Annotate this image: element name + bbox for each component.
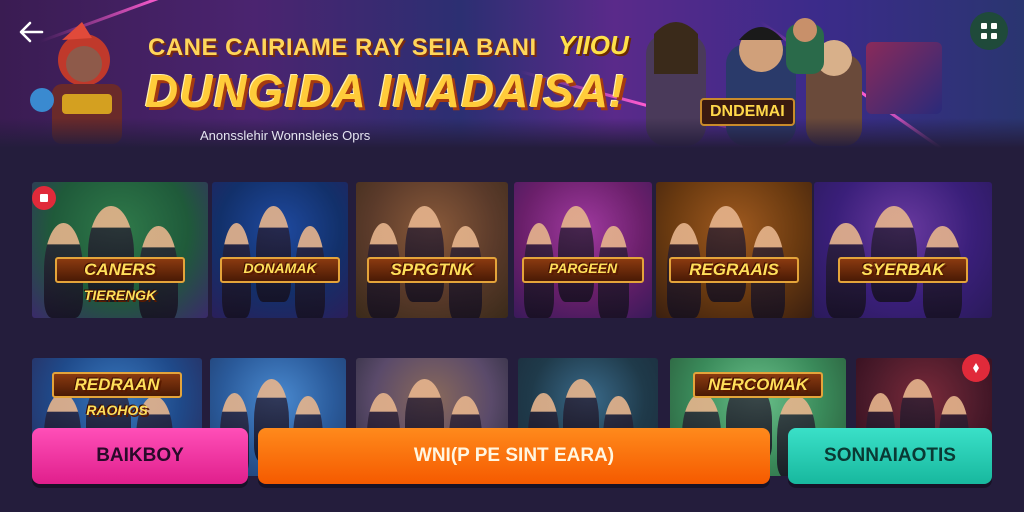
back-button[interactable] (16, 16, 48, 48)
game-tile[interactable]: SPRGTNK (356, 182, 508, 318)
game-title: NERCOMAK (707, 375, 809, 395)
game-title: CANERS (84, 259, 156, 279)
game-tile[interactable]: PARGEEN (514, 182, 652, 318)
game-title: SYERBAK (861, 259, 945, 279)
promo-card[interactable] (866, 42, 942, 114)
game-subtitle: RAOHOS (86, 402, 148, 419)
game-tile[interactable]: DONAMAK (212, 182, 348, 318)
grid-menu-icon (981, 23, 997, 39)
game-tile[interactable]: SYERBAK (814, 182, 992, 318)
game-tile[interactable]: CANERS TIERENGK (32, 182, 208, 318)
game-title: REDRAAN (74, 375, 160, 395)
menu-button[interactable] (970, 12, 1008, 50)
game-subtitle: TIERENGK (83, 286, 157, 303)
game-tile[interactable]: REGRAAIS (656, 182, 812, 318)
left-action-button[interactable]: BAIKBOY (32, 428, 248, 484)
banner-headline: DUNGIDA INADAISA! (145, 65, 626, 117)
character-figure (255, 206, 291, 302)
character-figure (558, 206, 595, 302)
game-title: SPRGTNK (390, 259, 474, 279)
hero-badge: DNDEMAI (700, 98, 795, 126)
banner-subtitle: Anonsslehir Wonnsleies Oprs (200, 128, 371, 143)
game-logo: YIIOU (558, 30, 629, 60)
character-figure (705, 206, 747, 302)
back-arrow-icon (19, 21, 44, 43)
right-action-button[interactable]: SONNAIAOTIS (788, 428, 992, 484)
character-figure (404, 206, 445, 302)
hero-banner[interactable]: CANE CAIRIAME RAY SEIA BANI DUNGIDA INAD… (0, 0, 1024, 148)
new-badge-icon (962, 354, 990, 382)
game-title: DONAMAK (243, 259, 317, 276)
play-button[interactable]: WNI(P PE SINT EARA) (258, 428, 770, 484)
game-title: REGRAAIS (689, 259, 779, 279)
banner-title: CANE CAIRIAME RAY SEIA BANI (148, 34, 537, 61)
hot-badge-icon (32, 186, 56, 210)
character-figure (870, 206, 918, 302)
game-title: PARGEEN (548, 259, 618, 276)
